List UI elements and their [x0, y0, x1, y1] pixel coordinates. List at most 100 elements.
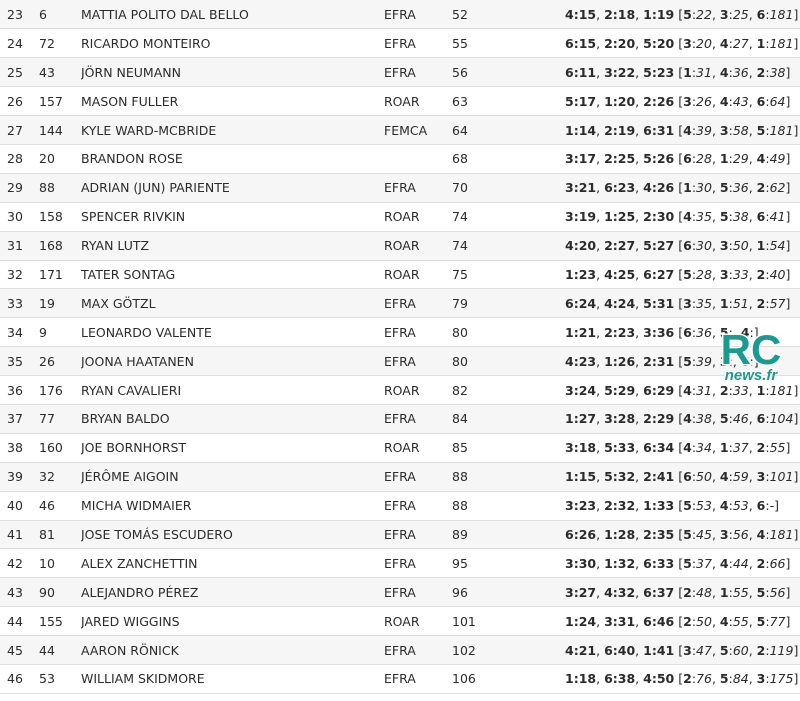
points-cell: 75: [452, 260, 565, 290]
result-heat: 6: [565, 295, 574, 311]
drop-score: 25: [732, 6, 749, 22]
result-heat: 4: [643, 671, 652, 687]
result-score: 23: [578, 353, 597, 369]
result-score: 21: [578, 642, 597, 658]
result-heat: 3: [565, 382, 574, 398]
drop-heat: 2: [683, 613, 692, 629]
car-number-cell: 43: [39, 57, 81, 88]
points-cell: 88: [452, 491, 565, 521]
drop-score: 50: [732, 238, 749, 254]
result-score: 31: [656, 122, 675, 138]
result-score: 25: [617, 209, 636, 225]
car-number-cell: 81: [39, 520, 81, 550]
drop-heat: 6: [740, 353, 750, 369]
result-score: 21: [578, 180, 597, 196]
result-score: 26: [656, 180, 675, 196]
club-cell: [384, 144, 452, 174]
result-heat: 3: [643, 324, 652, 340]
drop-heat: 3: [756, 469, 766, 485]
drop-heat: 5: [756, 122, 766, 138]
position-cell: 38: [0, 433, 39, 463]
car-number-cell: 144: [39, 115, 81, 145]
table-row: 35 26 JOONA HAATANEN EFRA 80 4:23, 1:26, 2:31…: [0, 346, 800, 377]
result-heat: 2: [604, 35, 613, 51]
table-row: 44 155 JARED WIGGINS ROAR 101 1:24, 3:31, 6:4…: [0, 606, 800, 637]
driver-name-cell: WILLIAM SKIDMORE: [81, 664, 384, 694]
club-cell: EFRA: [384, 491, 452, 521]
result-heat: 4: [604, 266, 613, 282]
drop-heat: 4: [719, 498, 729, 514]
car-number-cell: 44: [39, 635, 81, 665]
drop-score: 39: [696, 122, 712, 138]
result-heat: 3: [565, 584, 574, 600]
drop-heat: 4: [683, 440, 692, 456]
drop-heat: 3: [719, 122, 729, 138]
drop-score: 84: [732, 671, 749, 687]
drop-score: 53: [696, 498, 712, 514]
car-number-cell: 171: [39, 260, 81, 290]
result-score: 20: [656, 35, 675, 51]
drop-heat: 3: [719, 6, 729, 22]
drop-heat: 5: [683, 353, 692, 369]
driver-name-cell: MAX GÖTZL: [81, 288, 384, 319]
drop-score: 50: [696, 469, 712, 485]
drop-heat: 5: [683, 526, 692, 542]
drop-heat: 1: [719, 584, 729, 600]
drop-score: 28: [696, 151, 712, 167]
drop-heat: 3: [683, 295, 692, 311]
drop-score: 77: [769, 613, 786, 629]
driver-name-cell: RYAN LUTZ: [81, 231, 384, 261]
drop-heat: 5: [719, 411, 729, 427]
club-cell: EFRA: [384, 404, 452, 434]
results-cell: 6:26, 1:28, 2:35 [5:45, 3:56, 4:181]: [565, 520, 800, 550]
club-cell: EFRA: [384, 317, 452, 348]
result-heat: 1: [565, 671, 574, 687]
result-heat: 4: [604, 295, 613, 311]
result-score: 27: [617, 238, 636, 254]
drop-score: 181: [769, 35, 794, 51]
table-row: 31 168 RYAN LUTZ ROAR 74 4:20, 2:27, 5:27 [6:…: [0, 231, 800, 261]
drop-heat: 4: [719, 64, 729, 80]
position-cell: 39: [0, 462, 39, 492]
points-cell: 101: [452, 606, 565, 637]
drop-heat: 4: [719, 613, 729, 629]
result-score: 17: [578, 151, 597, 167]
result-heat: 6: [643, 555, 652, 571]
drop-score: 20: [696, 35, 712, 51]
result-heat: 1: [565, 122, 574, 138]
points-cell: 52: [452, 0, 565, 30]
result-score: 23: [617, 324, 636, 340]
drop-heat: 2: [756, 64, 766, 80]
drop-heat: 5: [719, 209, 729, 225]
position-cell: 27: [0, 115, 39, 145]
result-score: 46: [656, 613, 675, 629]
drop-heat: 1: [756, 35, 766, 51]
drop-score: 51: [732, 295, 749, 311]
car-number-cell: 6: [39, 0, 81, 30]
drop-heat: 2: [756, 642, 766, 658]
result-score: 29: [617, 382, 636, 398]
drop-heat: 4: [756, 151, 766, 167]
drop-score: 33: [732, 266, 749, 282]
drop-heat: 6: [683, 324, 692, 340]
car-number-cell: 53: [39, 664, 81, 694]
result-score: 18: [617, 6, 636, 22]
car-number-cell: 9: [39, 317, 81, 348]
result-score: 28: [617, 411, 636, 427]
driver-name-cell: ALEX ZANCHETTIN: [81, 548, 384, 579]
club-cell: ROAR: [384, 606, 452, 637]
result-heat: 5: [604, 382, 613, 398]
result-heat: 4: [565, 6, 574, 22]
result-score: 33: [656, 555, 675, 571]
car-number-cell: 88: [39, 173, 81, 203]
club-cell: EFRA: [384, 346, 452, 377]
position-cell: 26: [0, 86, 39, 117]
result-score: 31: [617, 613, 636, 629]
drop-score: 53: [732, 498, 749, 514]
position-cell: 23: [0, 0, 39, 30]
drop-heat: 5: [683, 498, 692, 514]
table-row: 43 90 ALEJANDRO PÉREZ EFRA 96 3:27, 4:32, 6:3…: [0, 577, 800, 608]
result-heat: 2: [643, 209, 652, 225]
results-cell: 6:15, 2:20, 5:20 [3:20, 4:27, 1:181]: [565, 28, 800, 59]
position-cell: 46: [0, 664, 39, 694]
